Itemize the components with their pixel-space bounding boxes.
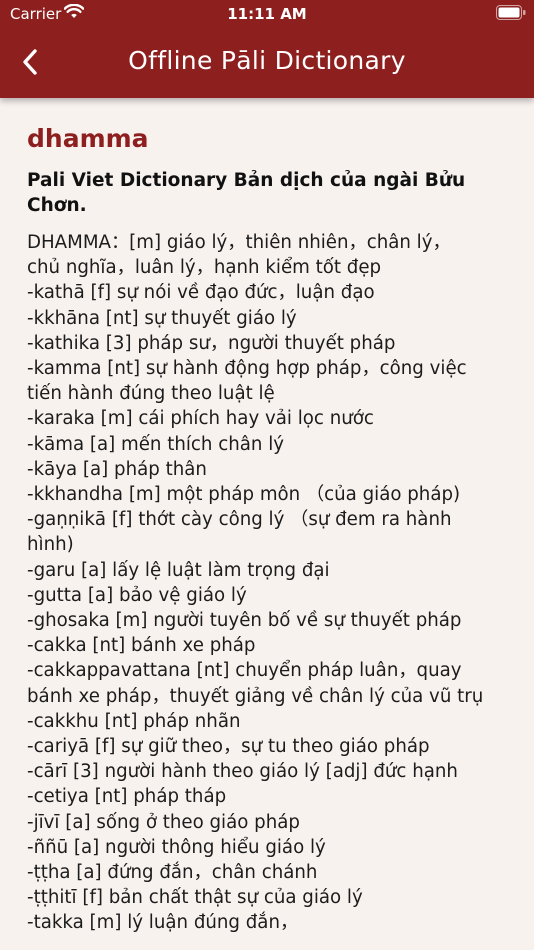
entry-definition: DHAMMA：[m] giáo lý，thiên nhiên，chân lý， … [27, 232, 484, 934]
page-title: Offline Pāli Dictionary [128, 46, 406, 75]
dictionary-source: Pali Viet Dictionary Bản dịch của ngài B… [27, 170, 466, 216]
entry-headword: dhamma [27, 124, 149, 153]
entry-content[interactable]: dhamma Pali Viet Dictionary Bản dịch của… [0, 98, 534, 950]
navigation-bar: Carrier 11:11 AM Offline Pāli Dictionary [0, 0, 534, 98]
battery-icon [496, 5, 526, 20]
status-time: 11:11 AM [227, 5, 307, 23]
status-bar: Carrier 11:11 AM [0, 0, 534, 28]
